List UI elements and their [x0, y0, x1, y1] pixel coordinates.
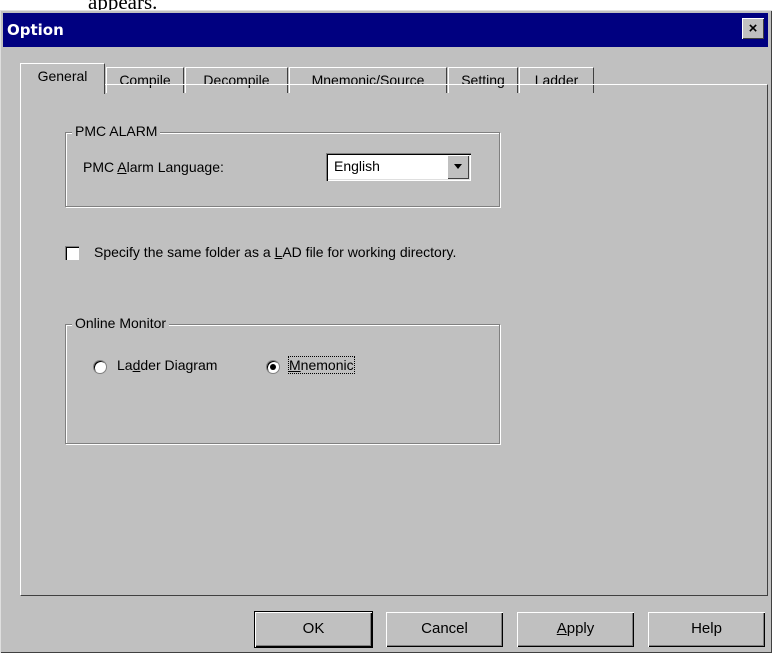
- mnemonic-radio[interactable]: [266, 360, 280, 374]
- alarm-language-label: PMC Alarm Language:: [83, 159, 224, 175]
- alarm-language-value: English: [334, 158, 380, 174]
- online-monitor-group: Online Monitor Ladder Diagram Mnemonic: [65, 315, 500, 444]
- ladder-diagram-label[interactable]: Ladder Diagram: [117, 357, 217, 373]
- option-dialog: Option × General Compile Decompile Mnemo…: [0, 10, 772, 653]
- alarm-language-select[interactable]: English: [326, 153, 471, 181]
- tab-general-label: General: [37, 68, 88, 84]
- cancel-button[interactable]: Cancel: [386, 612, 503, 647]
- mnemonic-label[interactable]: Mnemonic: [288, 356, 355, 374]
- ok-button[interactable]: OK: [255, 612, 372, 647]
- ladder-diagram-radio[interactable]: [93, 360, 107, 374]
- window-title: Option: [7, 21, 64, 39]
- dropdown-button[interactable]: [447, 155, 469, 179]
- title-bar[interactable]: Option ×: [3, 13, 768, 47]
- close-button[interactable]: ×: [742, 18, 764, 39]
- tab-general[interactable]: General: [20, 63, 105, 94]
- apply-button[interactable]: Apply: [517, 612, 634, 647]
- online-monitor-group-label: Online Monitor: [72, 315, 170, 331]
- general-tab-panel: PMC ALARM PMC Alarm Language: English Sp…: [20, 84, 768, 596]
- radio-selected-dot: [270, 364, 276, 370]
- same-folder-label[interactable]: Specify the same folder as a LAD file fo…: [94, 244, 456, 260]
- pmc-alarm-group: PMC ALARM PMC Alarm Language: English: [65, 123, 500, 207]
- chevron-down-icon: [454, 164, 462, 169]
- pmc-alarm-group-label: PMC ALARM: [72, 123, 161, 139]
- help-button[interactable]: Help: [648, 612, 765, 647]
- close-icon: ×: [748, 20, 758, 37]
- same-folder-checkbox[interactable]: [65, 246, 79, 260]
